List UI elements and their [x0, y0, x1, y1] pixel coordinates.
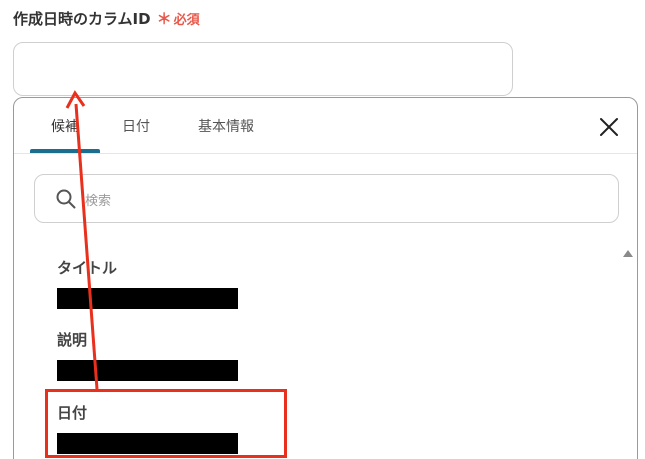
tab-basic-info[interactable]: 基本情報	[190, 116, 262, 136]
close-icon[interactable]	[599, 117, 619, 137]
picker-tabs: 候補 日付 基本情報	[14, 98, 637, 154]
field-label-row: 作成日時のカラムID ＊ 必須	[13, 8, 200, 29]
list-item-date[interactable]: 日付	[57, 402, 238, 454]
tab-date[interactable]: 日付	[118, 116, 154, 136]
scrollbar[interactable]	[621, 248, 635, 459]
search-placeholder: 検索	[85, 194, 112, 209]
active-tab-indicator	[30, 149, 100, 153]
page: 作成日時のカラムID ＊ 必須 候補 日付 基本情報 検索 タイトル 説明 日付	[0, 0, 645, 459]
item-value-redacted	[57, 360, 238, 381]
list-item-description[interactable]: 説明	[57, 329, 238, 381]
column-id-input[interactable]	[13, 42, 513, 96]
item-value-redacted	[57, 288, 238, 309]
tab-candidates[interactable]: 候補	[30, 116, 100, 136]
value-picker-dropdown: 候補 日付 基本情報 検索 タイトル 説明 日付	[13, 97, 638, 459]
item-label: 日付	[57, 404, 88, 422]
required-asterisk: ＊	[156, 10, 172, 28]
scroll-up-arrow-icon[interactable]	[623, 250, 633, 257]
item-value-redacted	[57, 433, 238, 454]
field-label: 作成日時のカラムID	[13, 10, 151, 28]
item-label: タイトル	[57, 259, 118, 277]
item-label: 説明	[57, 331, 88, 349]
required-text: 必須	[173, 13, 200, 28]
search-icon	[55, 188, 77, 210]
search-input[interactable]: 検索	[34, 174, 619, 223]
list-item-title[interactable]: タイトル	[57, 257, 238, 309]
